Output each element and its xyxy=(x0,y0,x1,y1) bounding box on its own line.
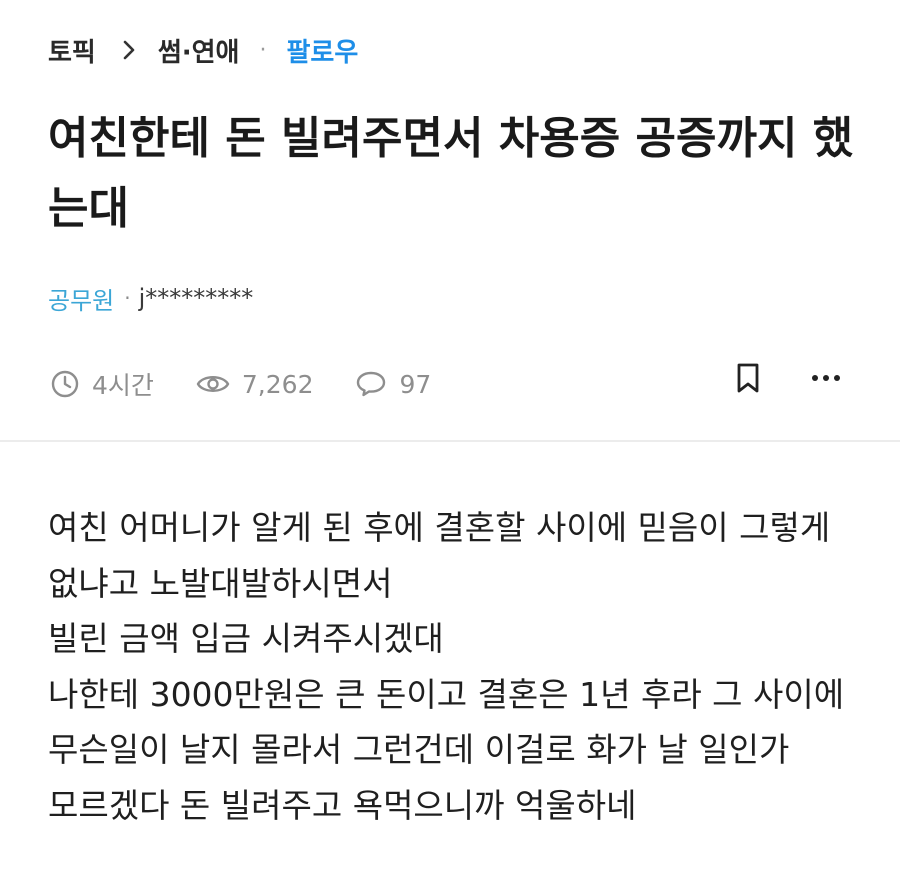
comments-count: 97 xyxy=(399,369,432,399)
post-comments[interactable]: 97 xyxy=(355,369,431,399)
post-title: 여친한테 돈 빌려주면서 차용증 공증까지 했는대 xyxy=(48,113,854,234)
views-count: 7,262 xyxy=(241,369,314,399)
post-body-paragraph: 여친 어머니가 알게 된 후에 결혼할 사이에 믿음이 그렇게 없냐고 노발대발… xyxy=(48,508,831,603)
post-body-paragraph: 나한테 3000만원은 큰 돈이고 결혼은 1년 후라 그 사이에 무슨일이 날… xyxy=(48,674,845,825)
eye-icon xyxy=(196,376,230,392)
follow-button[interactable]: 팔로우 xyxy=(286,32,358,69)
comment-bubble-icon xyxy=(357,371,386,397)
clock-icon xyxy=(51,370,79,398)
author-nickname[interactable]: j********* xyxy=(139,284,254,312)
post-time: 4시간 xyxy=(50,366,154,402)
author-line: 공무원 · j********* xyxy=(48,280,253,316)
breadcrumb-dot: · xyxy=(259,37,267,63)
post-body-paragraph: 빌린 금액 입금 시켜주시겠대 xyxy=(48,619,444,658)
post-views: 7,262 xyxy=(196,369,314,399)
post-actions xyxy=(726,356,848,400)
breadcrumb: 토픽 썸·연애 · 팔로우 xyxy=(48,30,358,70)
post-meta: 4시간 7,262 97 xyxy=(50,364,473,404)
author-company[interactable]: 공무원 xyxy=(48,281,114,316)
breadcrumb-category[interactable]: 썸·연애 xyxy=(158,32,240,69)
post-body: 여친 어머니가 알게 된 후에 결혼할 사이에 믿음이 그렇게 없냐고 노발대발… xyxy=(48,500,863,833)
divider xyxy=(0,440,900,442)
chevron-right-icon xyxy=(122,39,136,61)
bookmark-icon xyxy=(737,363,759,393)
author-separator: · xyxy=(124,286,131,310)
more-button[interactable] xyxy=(804,356,848,400)
breadcrumb-topic[interactable]: 토픽 xyxy=(48,32,96,69)
more-horizontal-icon xyxy=(812,375,840,381)
bookmark-button[interactable] xyxy=(726,356,770,400)
time-text: 4시간 xyxy=(92,371,154,400)
